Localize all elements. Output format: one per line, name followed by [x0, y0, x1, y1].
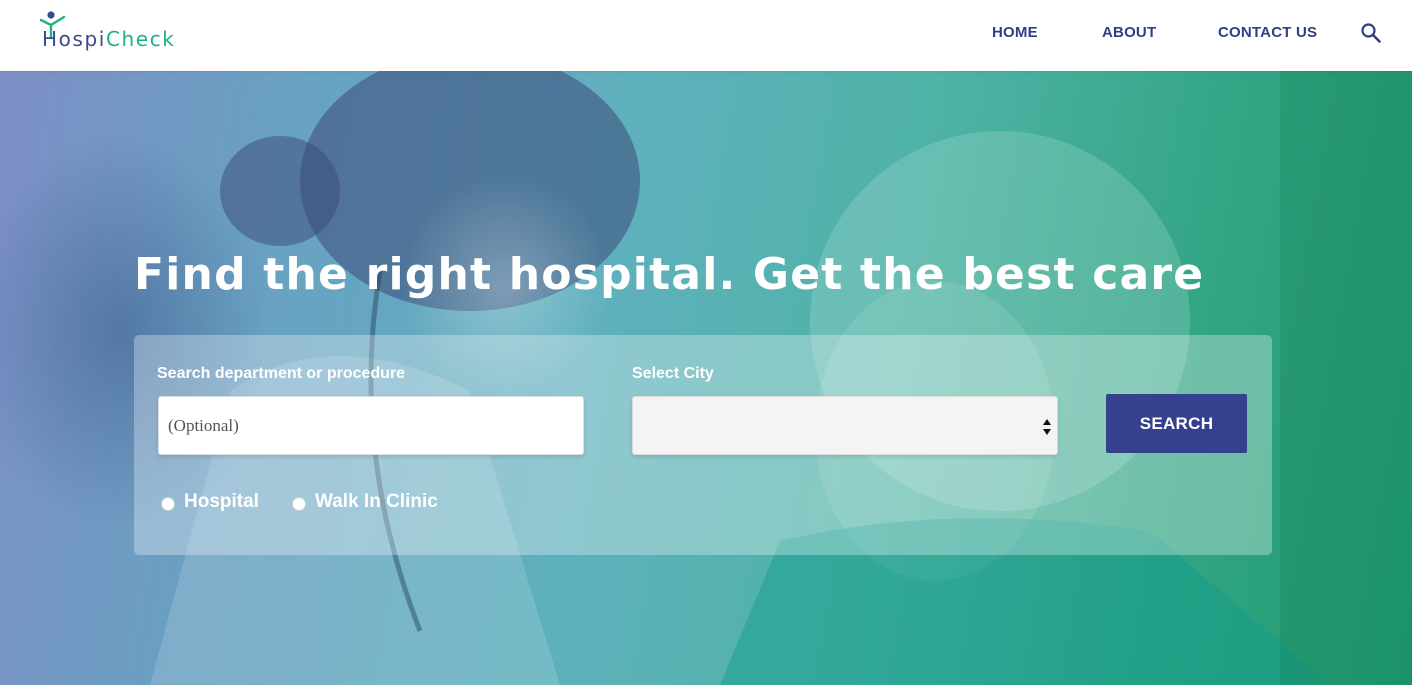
city-select[interactable] — [632, 396, 1058, 455]
walk-in-clinic-radio-label: Walk In Clinic — [315, 491, 438, 512]
nav-home-link[interactable]: HOME — [992, 24, 1038, 41]
hospital-radio-button[interactable] — [161, 497, 175, 511]
hero-title: Find the right hospital. Get the best ca… — [134, 249, 1205, 300]
walk-in-clinic-radio-button[interactable] — [292, 497, 306, 511]
hospital-radio-label: Hospital — [184, 491, 259, 512]
city-field-label: Select City — [632, 365, 714, 382]
search-button[interactable]: SEARCH — [1106, 394, 1247, 453]
top-navbar: HospiCheck HOME ABOUT CONTACT US — [0, 0, 1412, 71]
department-field-label: Search department or procedure — [157, 365, 406, 382]
hero-banner: Find the right hospital. Get the best ca… — [0, 71, 1412, 685]
search-icon[interactable] — [1360, 22, 1382, 44]
nav-contact-us-link[interactable]: CONTACT US — [1218, 24, 1317, 41]
hospital-search-form: Search department or procedure Select Ci… — [134, 335, 1272, 555]
nav-about-link[interactable]: ABOUT — [1102, 24, 1156, 41]
department-search-input[interactable] — [158, 396, 584, 455]
select-arrows-icon — [1043, 419, 1051, 435]
main-nav: HOME ABOUT CONTACT US — [0, 24, 1412, 48]
